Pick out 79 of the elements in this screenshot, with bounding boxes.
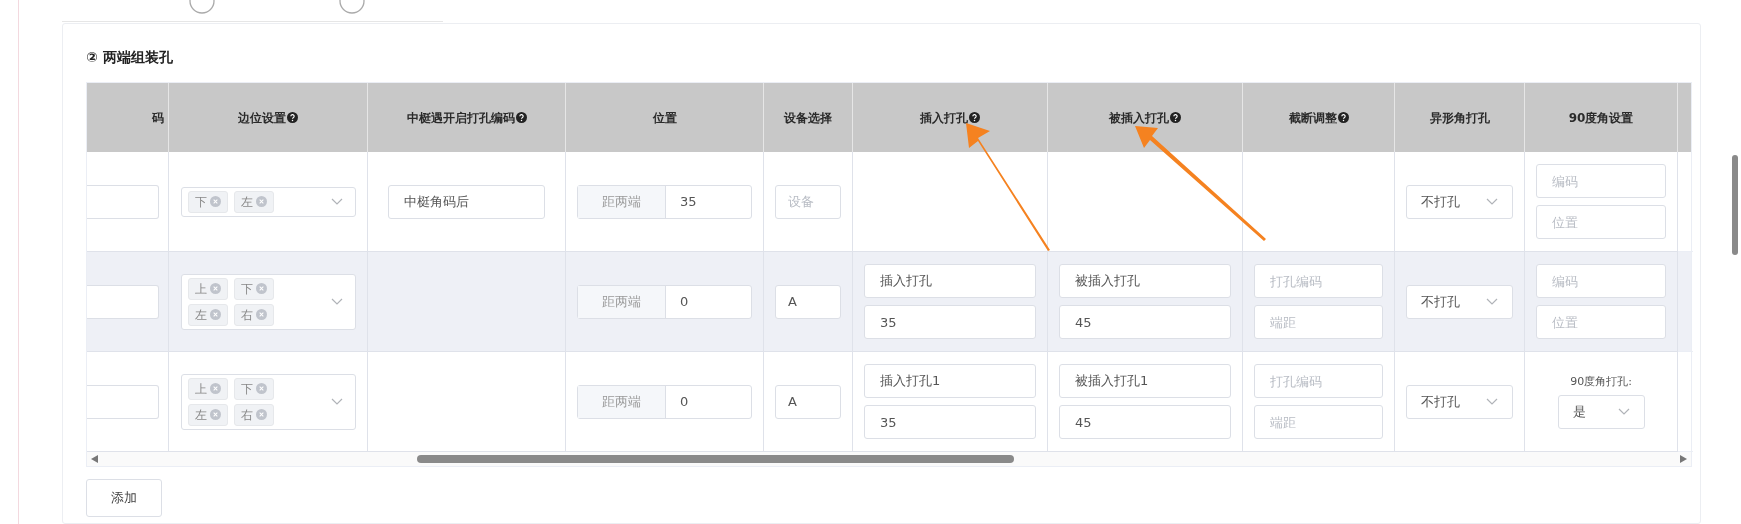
close-icon[interactable] [209,196,221,207]
position-input[interactable]: 距两端 35 [577,184,752,219]
close-icon[interactable] [255,309,267,320]
insert-distance-field[interactable]: 35 [864,405,1036,439]
column-header: 边位设置 [238,109,286,127]
column-header: 中梃遇开启打孔编码 [406,109,515,127]
hole-code-field[interactable]: 打孔编码 [1254,264,1383,298]
insert-distance-field[interactable]: 35 [864,305,1036,339]
edge-tag: 左 [187,403,228,426]
column-header: 码 [152,109,164,127]
dropdown-select[interactable]: 不打孔 [1406,384,1513,419]
close-icon[interactable] [209,309,221,320]
column-header: 截断调整 [1288,109,1337,127]
chevron-icon [330,297,343,306]
close-icon[interactable] [255,409,267,420]
code-field[interactable]: 编码 [1536,164,1666,198]
help-icon[interactable] [1337,112,1349,123]
column-header: 90度角设置 [1568,109,1634,127]
position-field[interactable]: 位置 [1536,205,1666,239]
add-button[interactable]: 添加 [86,479,162,517]
edge-tag: 上 [187,377,228,400]
chevron-icon [1486,397,1498,406]
chevron-icon [1486,197,1498,206]
hole-code-field[interactable]: 打孔编码 [1254,364,1383,398]
position-field[interactable]: 位置 [1536,305,1666,339]
input-field[interactable] [87,384,159,419]
help-icon[interactable] [287,112,298,123]
edge-tag: 下 [187,190,228,213]
edge-tag: 右 [233,403,274,426]
code-field[interactable]: 中梃角码后 [388,184,545,219]
chevron-icon [330,197,343,206]
position-input[interactable]: 距两端 0 [577,284,752,319]
code-field[interactable]: 编码 [1536,264,1666,298]
close-icon[interactable] [209,383,221,394]
position-input[interactable]: 距两端 0 [577,384,752,419]
edge-tag: 下 [233,277,274,300]
dropdown-select[interactable]: 不打孔 [1406,184,1513,219]
end-distance-field[interactable]: 端距 [1254,405,1383,439]
column-header: 被插入打孔 [1109,109,1169,127]
close-icon[interactable] [255,196,267,207]
section-title: ② 两端组装孔 [86,48,174,67]
column-header: 异形角打孔 [1429,109,1490,127]
end-distance-field[interactable]: 端距 [1254,305,1383,339]
edge-tag: 左 [187,303,228,326]
close-icon[interactable] [209,283,221,294]
column-header: 插入打孔 [920,109,968,127]
chevron-icon [1617,407,1630,416]
chevron-icon [330,397,343,406]
column-header: 位置 [652,109,677,127]
close-icon[interactable] [209,409,221,420]
insert-name-field[interactable]: 插入打孔1 [864,364,1036,398]
horizontal-scrollbar[interactable] [87,452,1691,466]
input-field[interactable] [87,184,159,219]
edge-tag: 左 [233,190,274,213]
device-field[interactable]: A [775,384,841,419]
help-icon[interactable] [515,112,527,123]
input-field[interactable] [87,284,159,319]
close-icon[interactable] [255,383,267,394]
dropdown-select[interactable]: 不打孔 [1406,284,1513,319]
edge-tag: 上 [187,277,228,300]
inserted-name-field[interactable]: 被插入打孔1 [1059,364,1231,398]
edge-tag: 右 [233,303,274,326]
device-field[interactable]: A [775,284,841,319]
insert-name-field[interactable]: 插入打孔 [864,264,1036,298]
inserted-distance-field[interactable]: 45 [1059,305,1231,339]
right-arrow-icon[interactable] [1680,455,1687,463]
field-label: 90度角打孔: [1570,374,1632,391]
inserted-name-field[interactable]: 被插入打孔 [1059,264,1231,298]
dropdown-select[interactable]: 是 [1557,394,1645,429]
chevron-icon [1486,297,1498,306]
vertical-scrollbar[interactable] [1732,155,1738,255]
help-icon[interactable] [1170,112,1181,123]
edge-tag: 下 [233,377,274,400]
help-icon[interactable] [969,112,980,123]
scrollbar-thumb[interactable] [417,455,1014,463]
left-arrow-icon[interactable] [91,455,98,463]
close-icon[interactable] [255,283,267,294]
inserted-distance-field[interactable]: 45 [1059,405,1231,439]
column-header: 设备选择 [784,109,832,127]
